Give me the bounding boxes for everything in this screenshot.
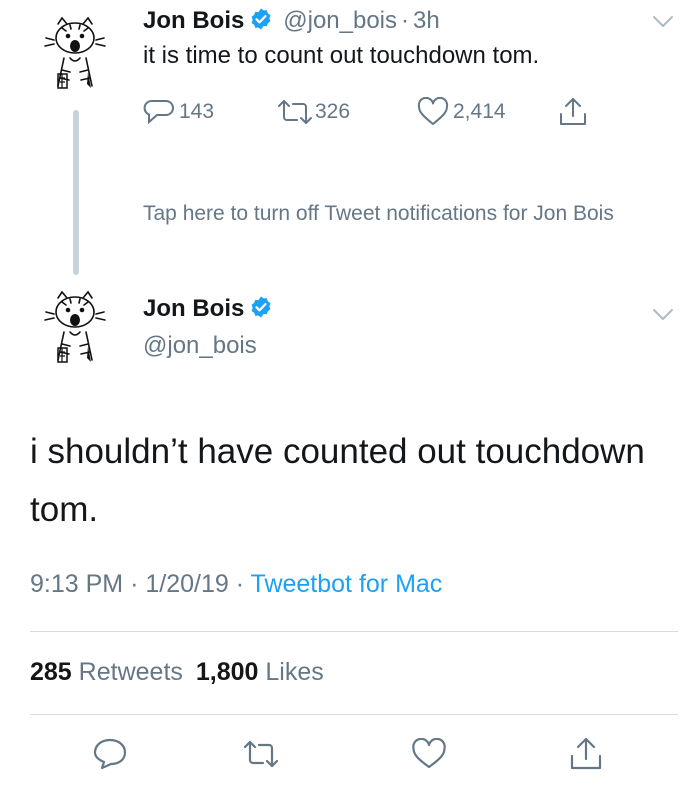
avatar[interactable] (40, 14, 110, 94)
like-count: 2,414 (453, 100, 506, 123)
author-handle[interactable]: @jon_bois (143, 332, 257, 360)
engagement-stats: 285 Retweets 1,800 Likes (30, 658, 324, 687)
divider (30, 714, 678, 715)
avatar[interactable] (40, 288, 110, 368)
share-icon (570, 737, 602, 770)
retweet-button[interactable] (241, 733, 281, 775)
tweet-text: i shouldn’t have counted out touchdown t… (30, 432, 645, 529)
likes-stat[interactable]: 1,800 Likes (196, 658, 324, 686)
tweet-menu-button[interactable] (652, 308, 674, 322)
verified-badge-icon (249, 295, 273, 319)
retweet-count: 326 (315, 100, 351, 123)
thread-connector-line (73, 110, 79, 275)
tweet-menu-button[interactable] (652, 15, 674, 29)
chevron-down-icon (653, 16, 673, 27)
chevron-down-icon (653, 309, 673, 320)
separator-dot: · (130, 570, 139, 598)
tweet-time: 9:13 PM (30, 570, 124, 598)
like-total: 1,800 (195, 658, 259, 686)
like-button[interactable]: 2,414 (417, 95, 506, 129)
heart-icon (412, 738, 446, 769)
share-icon (560, 98, 586, 125)
tweet-header: Jon Bois (143, 295, 273, 323)
reply-button[interactable] (90, 733, 130, 775)
avatar-hobbes-icon (44, 16, 106, 89)
tweet-time[interactable]: 3h (413, 7, 440, 34)
like-button[interactable] (409, 733, 449, 775)
tweet-source-link[interactable]: Tweetbot for Mac (251, 570, 443, 598)
share-button[interactable] (558, 95, 588, 129)
separator-dot: · (401, 7, 410, 34)
reply-icon (93, 738, 127, 770)
tweet-text: it is time to count out touchdown tom. (143, 42, 540, 69)
separator-dot: · (235, 570, 245, 598)
tweet-date: 1/20/19 (145, 570, 229, 598)
reply-button[interactable]: 143 (143, 95, 214, 129)
retweet-button[interactable]: 326 (275, 95, 350, 129)
retweets-stat[interactable]: 285 Retweets (30, 658, 183, 686)
verified-badge-icon (249, 7, 273, 31)
like-label: Likes (265, 658, 324, 686)
retweet-label: Retweets (78, 658, 183, 686)
reply-count: 143 (179, 100, 215, 123)
tweet-metadata: 9:13 PM · 1/20/19 · Tweetbot for Mac (30, 570, 442, 599)
divider (30, 631, 678, 632)
share-button[interactable] (566, 733, 606, 775)
avatar-hobbes-icon (44, 290, 106, 363)
reply-icon (143, 100, 174, 125)
retweet-total: 285 (30, 658, 72, 686)
author-name[interactable]: Jon Bois (143, 7, 244, 34)
notification-prompt[interactable]: Tap here to turn off Tweet notifications… (143, 199, 663, 228)
author-name[interactable]: Jon Bois (143, 295, 244, 322)
tweet-header: Jon Bois @jon_bois · 3h (143, 7, 440, 35)
author-handle[interactable]: @jon_bois (283, 7, 397, 34)
retweet-icon (278, 100, 312, 124)
heart-icon (417, 97, 449, 125)
retweet-icon (243, 740, 279, 768)
